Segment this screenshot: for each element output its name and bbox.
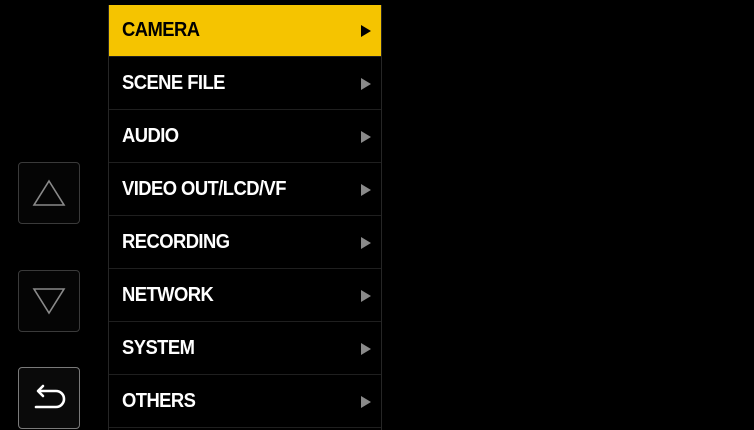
scroll-up-button[interactable]	[18, 162, 80, 224]
menu-item-system[interactable]: SYSTEM	[109, 323, 381, 375]
submenu-arrow-icon	[361, 395, 371, 408]
menu-item-label: AUDIO	[122, 125, 179, 147]
camera-menu-screen: CAMERA SCENE FILE AUDIO VIDEO OUT/LCD/VF…	[0, 0, 754, 430]
return-button[interactable]	[18, 367, 80, 429]
down-triangle-icon	[32, 286, 66, 316]
menu-item-label: NETWORK	[122, 284, 214, 306]
submenu-arrow-icon	[361, 236, 371, 249]
menu-item-camera[interactable]: CAMERA	[109, 5, 381, 57]
menu-item-label: SCENE FILE	[122, 72, 225, 94]
return-icon	[30, 383, 68, 413]
submenu-arrow-icon	[361, 342, 371, 355]
up-triangle-icon	[32, 178, 66, 208]
menu-item-recording[interactable]: RECORDING	[109, 217, 381, 269]
submenu-arrow-icon	[361, 183, 371, 196]
menu-item-label: CAMERA	[122, 19, 200, 41]
menu-item-video-out-lcd-vf[interactable]: VIDEO OUT/LCD/VF	[109, 164, 381, 216]
menu-item-label: VIDEO OUT/LCD/VF	[122, 178, 286, 200]
menu-item-scene-file[interactable]: SCENE FILE	[109, 58, 381, 110]
scroll-down-button[interactable]	[18, 270, 80, 332]
menu-item-audio[interactable]: AUDIO	[109, 111, 381, 163]
menu-item-network[interactable]: NETWORK	[109, 270, 381, 322]
menu-item-others[interactable]: OTHERS	[109, 376, 381, 428]
menu-item-label: RECORDING	[122, 231, 230, 253]
submenu-arrow-icon	[361, 130, 371, 143]
main-menu-list: CAMERA SCENE FILE AUDIO VIDEO OUT/LCD/VF…	[108, 5, 382, 430]
menu-item-label: SYSTEM	[122, 337, 195, 359]
submenu-arrow-icon	[361, 77, 371, 90]
submenu-arrow-icon	[361, 289, 371, 302]
menu-item-label: OTHERS	[122, 390, 196, 412]
submenu-arrow-icon	[361, 24, 371, 37]
